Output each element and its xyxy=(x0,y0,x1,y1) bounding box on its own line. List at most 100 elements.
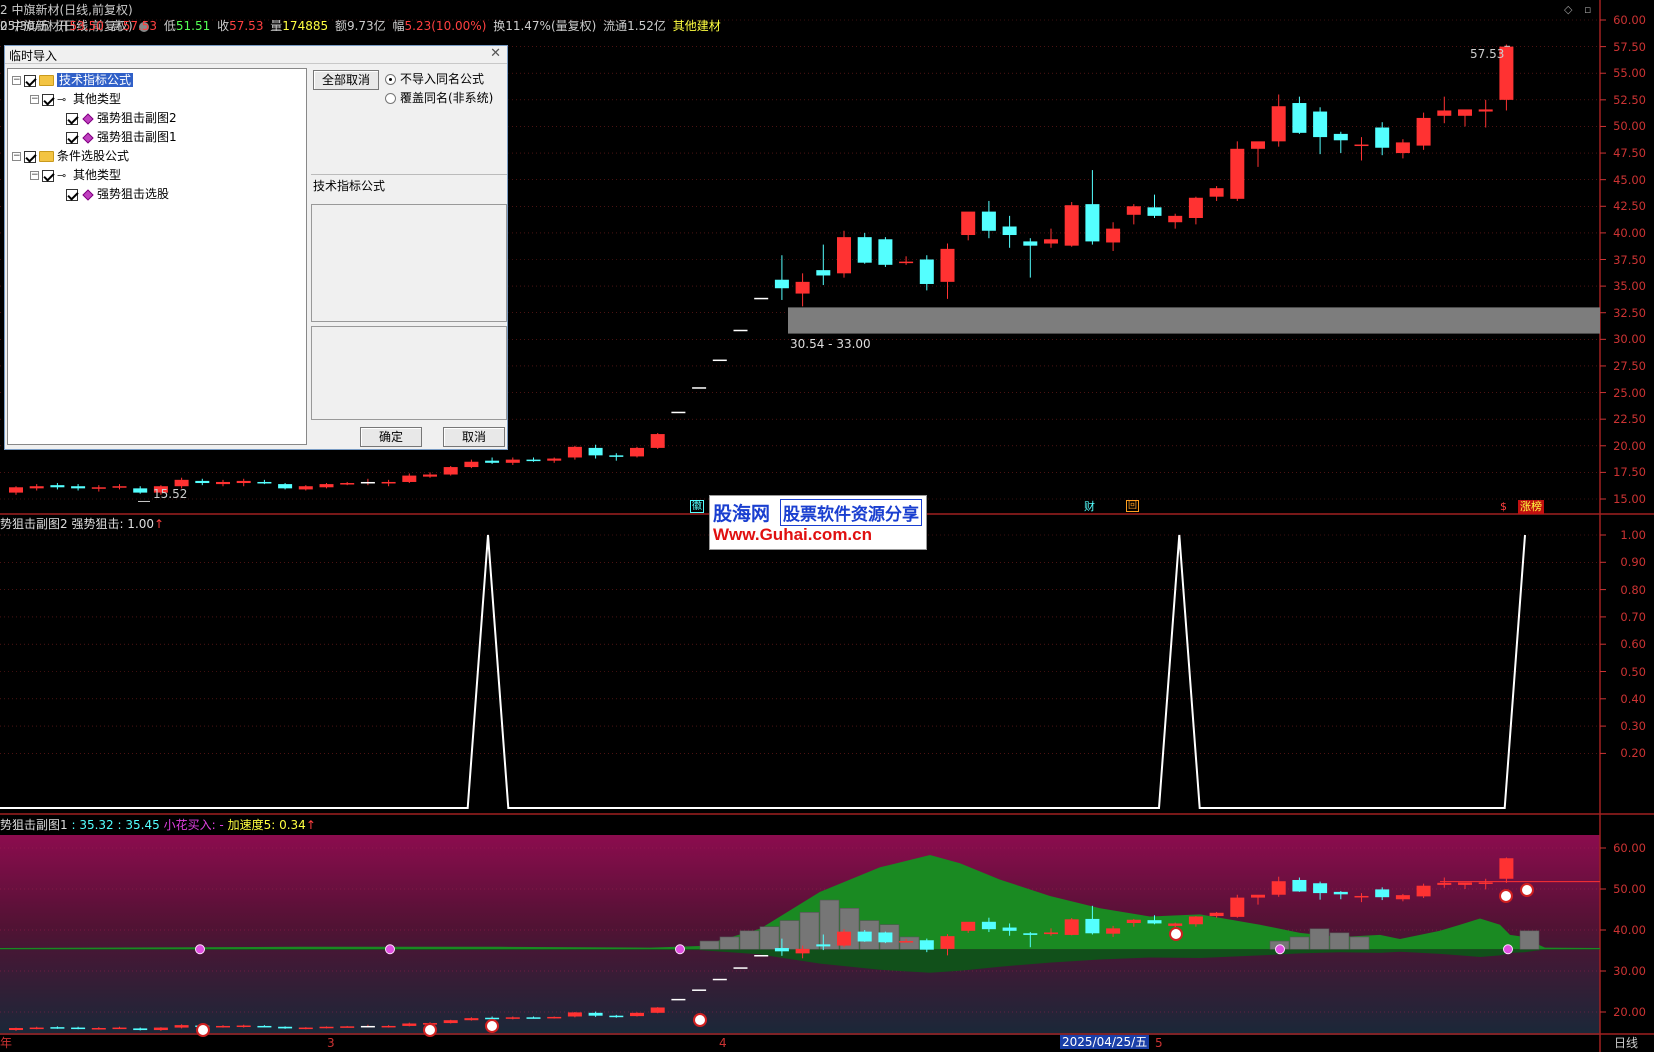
watermark-slogan: 股票软件资源分享 xyxy=(780,499,922,526)
candle-body xyxy=(1002,226,1017,236)
candle-body xyxy=(650,434,665,448)
tree-node-tech[interactable]: − 技术指标公式 xyxy=(12,71,134,89)
float-value: 流通1.52亿 xyxy=(603,19,666,33)
p3-candle-body xyxy=(216,1025,230,1028)
candle-body xyxy=(402,475,417,482)
collapse-icon[interactable]: − xyxy=(30,95,39,104)
radio-no-import[interactable]: 不导入同名公式 xyxy=(385,70,484,87)
checkbox-xuangu[interactable] xyxy=(66,188,78,201)
date-label: 05/30/五 xyxy=(0,19,51,33)
candle-body xyxy=(360,481,375,484)
checkbox-other1[interactable] xyxy=(42,93,54,106)
tree-node-other2[interactable]: − ⊸ 其他类型 xyxy=(30,166,121,184)
candle-body xyxy=(1064,205,1079,246)
vol-label: 量 xyxy=(270,19,283,33)
cancel-all-button[interactable]: 全部取消 xyxy=(313,70,379,90)
p3-candle-body xyxy=(671,998,686,1001)
event-marker-hui[interactable]: 徽 xyxy=(690,500,704,513)
candle-body xyxy=(112,486,127,488)
event-marker-dollar[interactable]: $ xyxy=(1500,500,1507,514)
key-icon: ⊸ xyxy=(57,92,67,106)
axis-label: 27.50 xyxy=(1613,358,1646,373)
event-marker-hui2[interactable]: 回 xyxy=(1126,500,1140,512)
restore-icon[interactable]: ▫ xyxy=(1584,3,1591,17)
panel3-title: 势狙击副图1 xyxy=(0,818,68,832)
p3-candle-body xyxy=(547,1016,562,1019)
candle-body xyxy=(774,279,789,289)
candle-body xyxy=(423,474,437,477)
candle-body xyxy=(712,359,727,362)
p3-candle-body xyxy=(1478,882,1493,884)
candle-body xyxy=(91,487,106,489)
close-icon[interactable]: ✕ xyxy=(490,46,501,61)
close-value: 57.53 xyxy=(229,19,264,33)
axis-label: 30.00 xyxy=(1613,332,1646,347)
p3-candle-body xyxy=(733,967,748,969)
checkbox-sub1[interactable] xyxy=(66,131,78,144)
checkbox-select[interactable] xyxy=(24,150,36,163)
radio-dot[interactable] xyxy=(385,93,396,104)
title-row: 2 中旗新材(日线,前复权) xyxy=(0,1,136,17)
flower-buy-icon xyxy=(1503,944,1513,955)
flower-buy-icon xyxy=(675,944,685,955)
flower-buy-icon xyxy=(385,944,395,955)
p3-candle-body xyxy=(464,1018,479,1021)
panel3-flower: 小花买入: - xyxy=(163,818,224,832)
axis-label: 37.50 xyxy=(1613,252,1646,267)
info-box-1 xyxy=(311,204,507,322)
axis-label: 0.40 xyxy=(1620,691,1646,706)
radio-dot-selected[interactable] xyxy=(385,74,396,85)
turnover-value: 换11.47%(量复权) xyxy=(493,19,597,33)
tree-label-other1: 其他类型 xyxy=(73,92,122,106)
p3-candle-body xyxy=(1064,919,1079,935)
p3-candle-body xyxy=(1147,920,1162,924)
event-marker-zhangbang[interactable]: 涨榜 xyxy=(1518,500,1544,514)
p3-candle-body xyxy=(1292,879,1307,892)
axis-label: 22.50 xyxy=(1613,412,1646,427)
collapse-icon[interactable]: − xyxy=(12,152,21,161)
checkbox-sub2[interactable] xyxy=(66,112,78,125)
ok-button[interactable]: 确定 xyxy=(360,427,422,447)
flower-buy-icon xyxy=(1275,944,1285,955)
axis-label: 17.50 xyxy=(1613,465,1646,480)
p3-candle-body xyxy=(1230,897,1245,917)
p3-candle-body xyxy=(981,921,996,930)
candle-body xyxy=(257,481,272,484)
p3-candle-body xyxy=(1313,883,1328,894)
key-icon: ⊸ xyxy=(57,168,67,182)
p3-candle-body xyxy=(1085,918,1100,934)
p3-candle-body xyxy=(133,1028,148,1031)
checkbox-tech[interactable] xyxy=(24,74,36,87)
candle-body xyxy=(1106,228,1121,243)
buy-signal-icon xyxy=(196,1023,210,1037)
axis-label: 0.60 xyxy=(1620,637,1646,652)
candle-body xyxy=(878,239,893,265)
tree-node-other1[interactable]: − ⊸ 其他类型 xyxy=(30,90,121,108)
sector-value[interactable]: 其他建材 xyxy=(673,19,721,33)
tree-node-sub1[interactable]: 强势狙击副图1 xyxy=(66,128,177,146)
candle-body xyxy=(381,481,396,484)
radio-overwrite[interactable]: 覆盖同名(非系统) xyxy=(385,89,493,106)
axis-label: 35.00 xyxy=(1613,279,1646,294)
checkbox-other2[interactable] xyxy=(42,169,54,182)
event-marker-cai[interactable]: 财 xyxy=(1084,500,1095,514)
amount-label: 额 xyxy=(334,19,347,33)
period-label[interactable]: 日线 xyxy=(1614,1036,1638,1050)
collapse-icon[interactable]: − xyxy=(12,76,21,85)
diamond-icon[interactable]: ◇ xyxy=(1564,3,1572,17)
collapse-icon[interactable]: − xyxy=(30,171,39,180)
cancel-button[interactable]: 取消 xyxy=(443,427,505,447)
axis-label: 45.00 xyxy=(1613,172,1646,187)
p3-candle-body xyxy=(174,1025,189,1028)
p3-candle-body xyxy=(1209,912,1224,917)
volume-bar xyxy=(759,926,780,950)
dialog-titlebar[interactable]: 临时导入 ✕ xyxy=(5,46,507,64)
candle-body xyxy=(174,479,189,487)
volume-bar xyxy=(1309,928,1330,950)
p3-candle-body xyxy=(1023,933,1038,935)
p3-candle-body xyxy=(1106,928,1121,934)
tree-node-select[interactable]: − 条件选股公式 xyxy=(12,147,129,165)
tree-node-xuangu[interactable]: 强势狙击选股 xyxy=(66,185,169,203)
tree-node-sub2[interactable]: 强势狙击副图2 xyxy=(66,109,177,127)
candle-body xyxy=(319,484,334,488)
